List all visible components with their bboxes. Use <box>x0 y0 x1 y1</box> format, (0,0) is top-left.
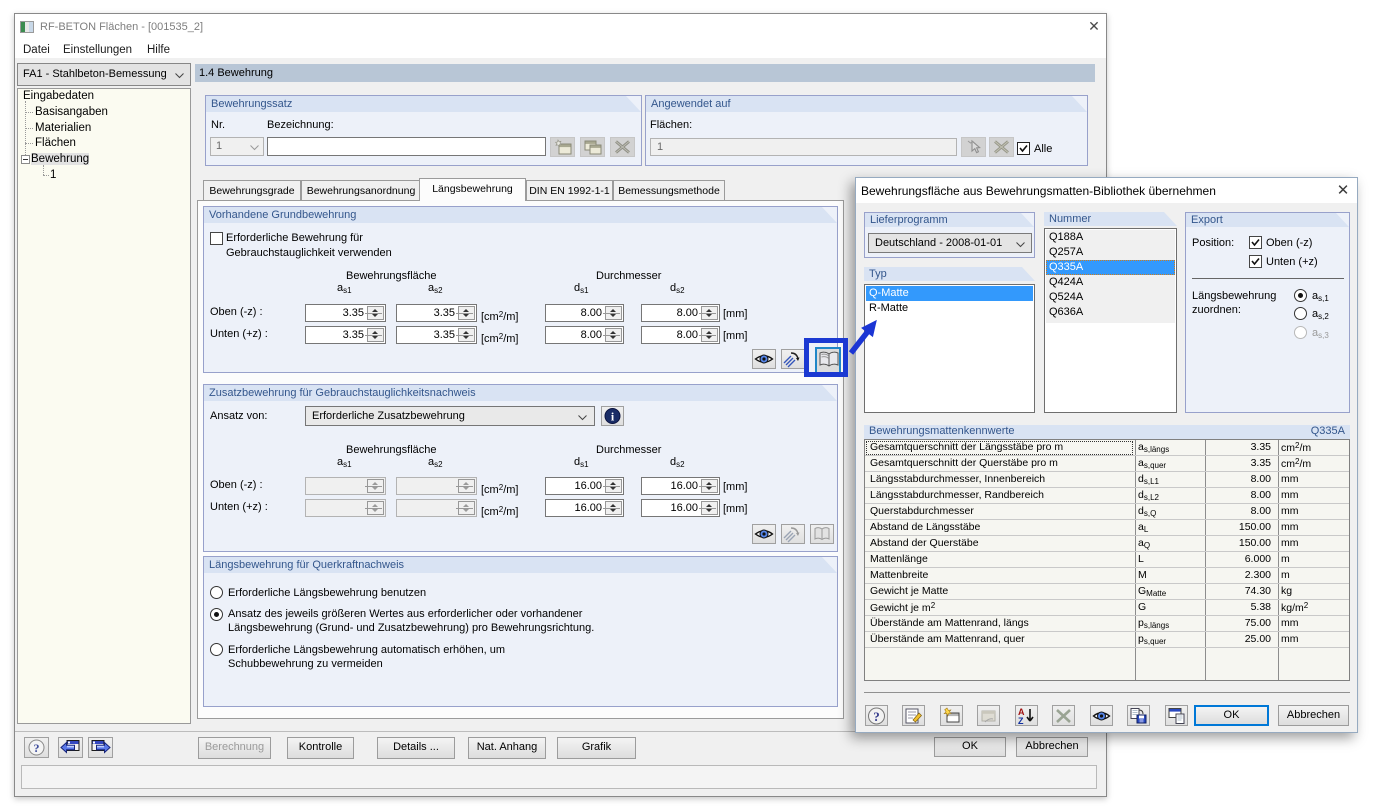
svg-text:Z: Z <box>1018 716 1024 726</box>
svg-text:?: ? <box>34 741 40 755</box>
svg-text:?: ? <box>873 709 880 724</box>
